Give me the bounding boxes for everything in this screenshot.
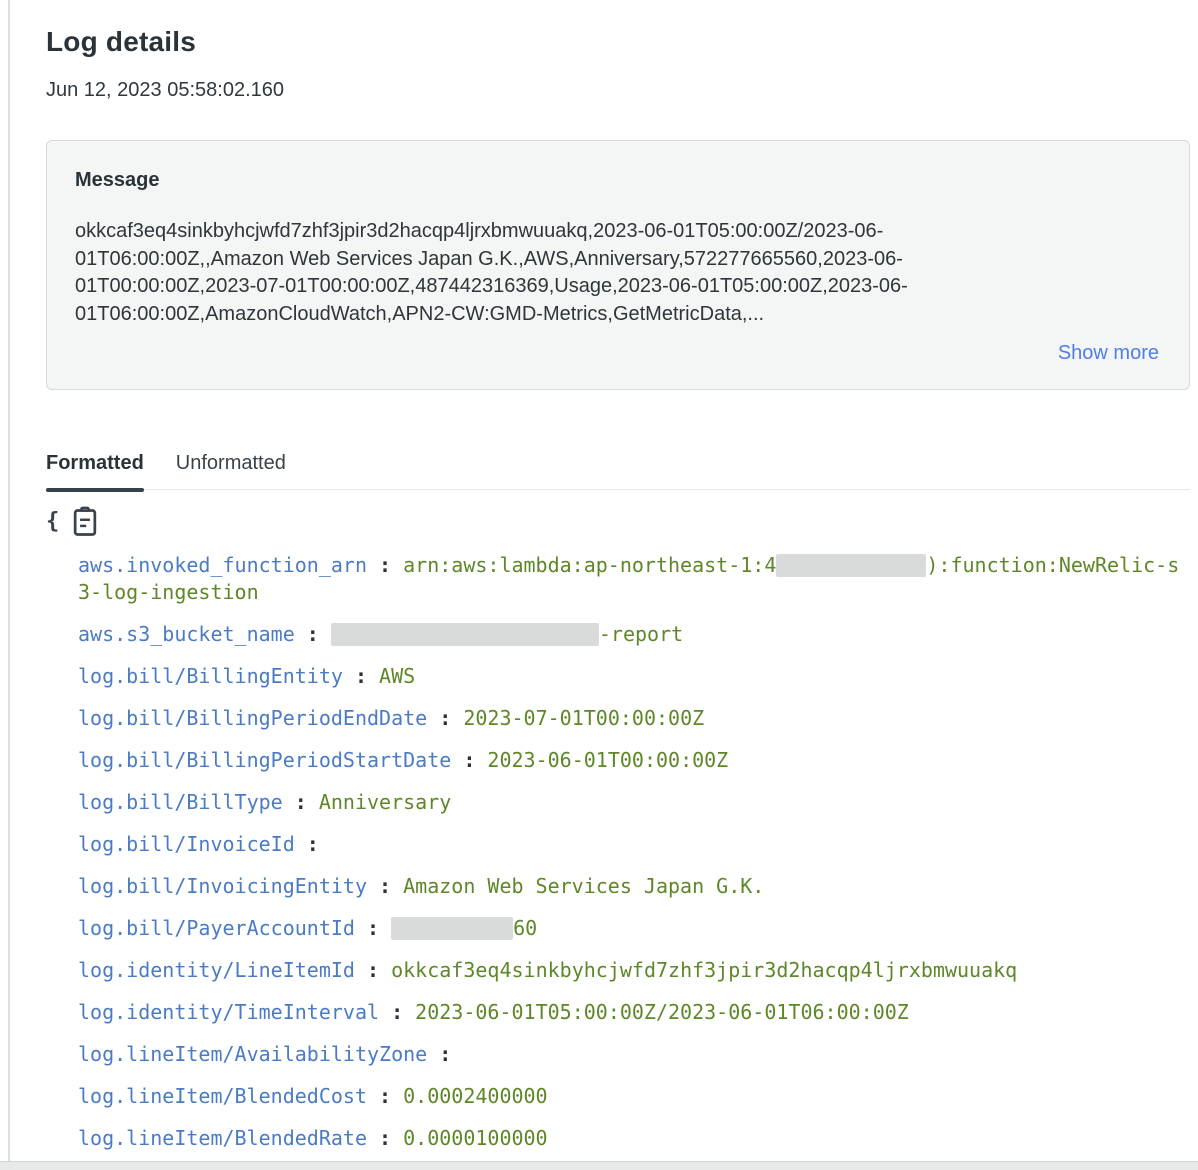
attribute-key: log.lineItem/AvailabilityZone (78, 1042, 427, 1066)
message-line: 01T06:00:00Z,,Amazon Web Services Japan … (75, 246, 1159, 274)
redacted-value (776, 554, 926, 577)
log-timestamp: Jun 12, 2023 05:58:02.160 (46, 79, 1190, 102)
attribute-value: Amazon Web Services Japan G.K. (403, 874, 764, 898)
attribute-key: aws.invoked_function_arn (78, 553, 367, 577)
log-attribute-row: log.lineItem/BlendedRate : 0.0000100000 (78, 1125, 1186, 1152)
show-more-link[interactable]: Show more (1058, 342, 1159, 364)
log-attribute-row: log.bill/BillingPeriodStartDate : 2023-0… (78, 747, 1186, 774)
attribute-value: 2023-06-01T00:00:00Z (487, 748, 728, 772)
attribute-value: 0.0000100000 (403, 1126, 548, 1150)
key-value-separator: : (295, 832, 319, 856)
log-attribute-row: log.lineItem/AvailabilityZone : (78, 1041, 1186, 1068)
message-line: okkcaf3eq4sinkbyhcjwfd7zhf3jpir3d2hacqp4… (75, 218, 1159, 246)
log-attribute-row: aws.s3_bucket_name : -report (78, 621, 1186, 648)
tab-unformatted[interactable]: Unformatted (176, 452, 286, 489)
log-attribute-row: log.bill/PayerAccountId : 60 (78, 915, 1186, 942)
attribute-key: aws.s3_bucket_name (78, 622, 295, 646)
log-attribute-row: log.bill/BillType : Anniversary (78, 789, 1186, 816)
attribute-key: log.bill/InvoicingEntity (78, 874, 367, 898)
log-attribute-row: aws.invoked_function_arn : arn:aws:lambd… (78, 552, 1186, 606)
key-value-separator: : (283, 790, 319, 814)
json-header-row: { (46, 504, 1190, 538)
attribute-value: 60 (391, 916, 537, 940)
attribute-key: log.lineItem/BlendedRate (78, 1126, 367, 1150)
log-details-panel: Log details Jun 12, 2023 05:58:02.160 Me… (0, 0, 1198, 1170)
attribute-key: log.bill/BillingPeriodStartDate (78, 748, 451, 772)
message-card: Message okkcaf3eq4sinkbyhcjwfd7zhf3jpir3… (46, 140, 1190, 390)
attribute-value: -report (331, 622, 683, 646)
key-value-separator: : (367, 874, 403, 898)
attribute-value: Anniversary (319, 790, 451, 814)
attribute-key: log.lineItem/BlendedCost (78, 1084, 367, 1108)
key-value-separator: : (427, 1042, 451, 1066)
attribute-key: log.bill/BillingPeriodEndDate (78, 706, 427, 730)
attribute-value: 0.0002400000 (403, 1084, 548, 1108)
log-attributes-list: aws.invoked_function_arn : arn:aws:lambd… (46, 552, 1186, 1152)
key-value-separator: : (379, 1000, 415, 1024)
bottom-edge-strip (0, 1161, 1198, 1170)
log-attribute-row: log.bill/BillingPeriodEndDate : 2023-07-… (78, 705, 1186, 732)
key-value-separator: : (295, 622, 331, 646)
key-value-separator: : (355, 958, 391, 982)
attribute-value: 2023-07-01T00:00:00Z (463, 706, 704, 730)
key-value-separator: : (367, 553, 403, 577)
open-brace: { (46, 509, 59, 534)
redacted-value (331, 623, 599, 646)
message-line: 01T06:00:00Z,AmazonCloudWatch,APN2-CW:GM… (75, 301, 1159, 329)
panel-content: Log details Jun 12, 2023 05:58:02.160 Me… (0, 0, 1198, 1152)
format-tabs: Formatted Unformatted (46, 452, 1190, 490)
log-attribute-row: log.bill/InvoiceId : (78, 831, 1186, 858)
log-attribute-row: log.lineItem/BlendedCost : 0.0002400000 (78, 1083, 1186, 1110)
key-value-separator: : (367, 1084, 403, 1108)
attribute-key: log.bill/PayerAccountId (78, 916, 355, 940)
attribute-key: log.identity/LineItemId (78, 958, 355, 982)
key-value-separator: : (367, 1126, 403, 1150)
attribute-value: okkcaf3eq4sinkbyhcjwfd7zhf3jpir3d2hacqp4… (391, 958, 1017, 982)
message-text: okkcaf3eq4sinkbyhcjwfd7zhf3jpir3d2hacqp4… (75, 218, 1159, 328)
attribute-value: 2023-06-01T05:00:00Z/2023-06-01T06:00:00… (415, 1000, 909, 1024)
key-value-separator: : (451, 748, 487, 772)
log-attribute-row: log.identity/TimeInterval : 2023-06-01T0… (78, 999, 1186, 1026)
key-value-separator: : (427, 706, 463, 730)
attribute-key: log.bill/InvoiceId (78, 832, 295, 856)
log-attribute-row: log.bill/BillingEntity : AWS (78, 663, 1186, 690)
show-more-row: Show more (75, 342, 1159, 365)
message-label: Message (75, 169, 1159, 192)
log-attribute-row: log.identity/LineItemId : okkcaf3eq4sink… (78, 957, 1186, 984)
key-value-separator: : (343, 664, 379, 688)
attribute-key: log.bill/BillingEntity (78, 664, 343, 688)
key-value-separator: : (355, 916, 391, 940)
copy-to-clipboard-icon[interactable] (70, 505, 100, 537)
attribute-key: log.bill/BillType (78, 790, 283, 814)
message-line: 01T00:00:00Z,2023-07-01T00:00:00Z,487442… (75, 273, 1159, 301)
page-title: Log details (46, 26, 1190, 58)
redacted-value (391, 917, 513, 940)
log-attribute-row: log.bill/InvoicingEntity : Amazon Web Se… (78, 873, 1186, 900)
attribute-key: log.identity/TimeInterval (78, 1000, 379, 1024)
tab-formatted[interactable]: Formatted (46, 452, 144, 489)
attribute-value: AWS (379, 664, 415, 688)
